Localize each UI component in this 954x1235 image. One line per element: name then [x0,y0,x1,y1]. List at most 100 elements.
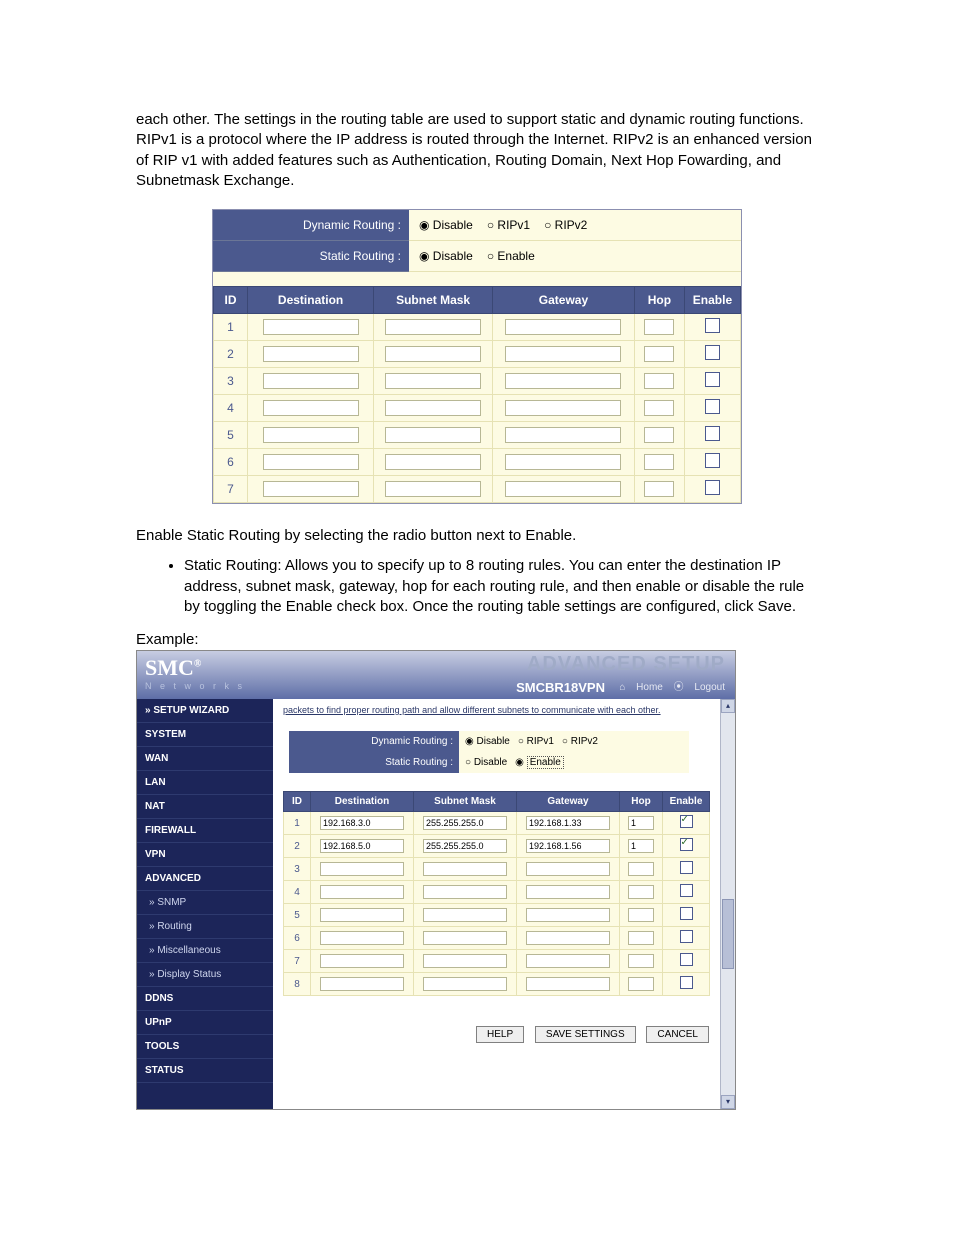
enable-checkbox[interactable] [705,399,720,414]
gateway-input[interactable] [526,862,610,876]
help-button[interactable]: HELP [476,1026,524,1043]
gateway-input[interactable] [526,931,610,945]
gateway-input[interactable] [505,346,621,362]
mask-input[interactable] [423,885,507,899]
dest-input[interactable] [320,954,404,968]
gateway-input[interactable] [526,977,610,991]
enable-checkbox[interactable] [680,907,693,920]
dest-input[interactable] [320,816,404,830]
home-link[interactable]: ⌂ Home [619,682,663,693]
nav-item-vpn[interactable]: VPN [137,843,273,867]
nav-item-lan[interactable]: LAN [137,771,273,795]
mask-input[interactable] [423,862,507,876]
enable-checkbox[interactable] [680,884,693,897]
mask-input[interactable] [385,373,481,389]
hop-input[interactable] [628,816,654,830]
mask-input[interactable] [385,319,481,335]
dest-input[interactable] [263,373,359,389]
mask-input[interactable] [423,931,507,945]
mask-input[interactable] [423,954,507,968]
hop-input[interactable] [644,481,674,497]
hop-input[interactable] [628,885,654,899]
static-opt-2-enable[interactable]: ◉ Enable [515,757,564,768]
dest-input[interactable] [320,862,404,876]
dest-input[interactable] [263,400,359,416]
dest-input[interactable] [263,481,359,497]
hop-input[interactable] [644,373,674,389]
dynamic-opt-ripv1[interactable]: ○ RIPv1 [487,218,530,232]
static-opt-2-disable[interactable]: ○ Disable [465,757,507,768]
scrollbar[interactable]: ▴ ▾ [720,699,735,1109]
hop-input[interactable] [628,908,654,922]
nav-item-firewall[interactable]: FIREWALL [137,819,273,843]
enable-checkbox[interactable] [705,345,720,360]
hop-input[interactable] [628,839,654,853]
hop-input[interactable] [644,454,674,470]
hop-input[interactable] [644,346,674,362]
save-settings-button[interactable]: SAVE SETTINGS [535,1026,636,1043]
dest-input[interactable] [320,931,404,945]
nav-item-status[interactable]: STATUS [137,1059,273,1083]
enable-checkbox[interactable] [680,861,693,874]
dest-input[interactable] [320,908,404,922]
hop-input[interactable] [644,319,674,335]
hop-input[interactable] [644,400,674,416]
mask-input[interactable] [423,977,507,991]
mask-input[interactable] [423,908,507,922]
gateway-input[interactable] [505,319,621,335]
gateway-input[interactable] [526,908,610,922]
enable-checkbox[interactable] [680,953,693,966]
dynamic-opt-2-disable[interactable]: ◉ Disable [465,736,510,747]
dynamic-opt-ripv2[interactable]: ○ RIPv2 [544,218,587,232]
static-opt-enable[interactable]: ○ Enable [487,249,535,263]
mask-input[interactable] [385,400,481,416]
mask-input[interactable] [423,816,507,830]
hop-input[interactable] [628,977,654,991]
dest-input[interactable] [320,885,404,899]
gateway-input[interactable] [505,454,621,470]
dest-input[interactable] [320,977,404,991]
dynamic-opt-2-ripv1[interactable]: ○ RIPv1 [518,736,554,747]
dest-input[interactable] [263,346,359,362]
dest-input[interactable] [263,454,359,470]
nav-item-system[interactable]: SYSTEM [137,723,273,747]
enable-checkbox[interactable] [705,453,720,468]
hop-input[interactable] [628,954,654,968]
mask-input[interactable] [385,454,481,470]
static-opt-disable[interactable]: ◉ Disable [419,249,473,263]
scroll-down-icon[interactable]: ▾ [721,1095,735,1109]
scroll-thumb[interactable] [722,899,734,969]
enable-checkbox[interactable] [705,318,720,333]
mask-input[interactable] [385,427,481,443]
nav-item--miscellaneous[interactable]: » Miscellaneous [137,939,273,963]
nav-item-nat[interactable]: NAT [137,795,273,819]
dest-input[interactable] [263,319,359,335]
nav-item--snmp[interactable]: » SNMP [137,891,273,915]
logout-link[interactable]: ⦿ Logout [674,682,725,693]
mask-input[interactable] [423,839,507,853]
nav-item--routing[interactable]: » Routing [137,915,273,939]
gateway-input[interactable] [505,427,621,443]
cancel-button[interactable]: CANCEL [646,1026,709,1043]
nav-item-advanced[interactable]: ADVANCED [137,867,273,891]
gateway-input[interactable] [505,481,621,497]
dynamic-opt-disable[interactable]: ◉ Disable [419,218,473,232]
gateway-input[interactable] [505,373,621,389]
gateway-input[interactable] [526,816,610,830]
gateway-input[interactable] [526,885,610,899]
enable-checkbox[interactable] [680,930,693,943]
hop-input[interactable] [628,862,654,876]
dynamic-opt-2-ripv2[interactable]: ○ RIPv2 [562,736,598,747]
enable-checkbox[interactable] [680,838,693,851]
scroll-up-icon[interactable]: ▴ [721,699,735,713]
gateway-input[interactable] [526,954,610,968]
gateway-input[interactable] [505,400,621,416]
enable-checkbox[interactable] [705,372,720,387]
mask-input[interactable] [385,481,481,497]
enable-checkbox[interactable] [680,976,693,989]
dest-input[interactable] [320,839,404,853]
mask-input[interactable] [385,346,481,362]
enable-checkbox[interactable] [705,480,720,495]
hop-input[interactable] [644,427,674,443]
nav-item--setup-wizard[interactable]: » SETUP WIZARD [137,699,273,723]
